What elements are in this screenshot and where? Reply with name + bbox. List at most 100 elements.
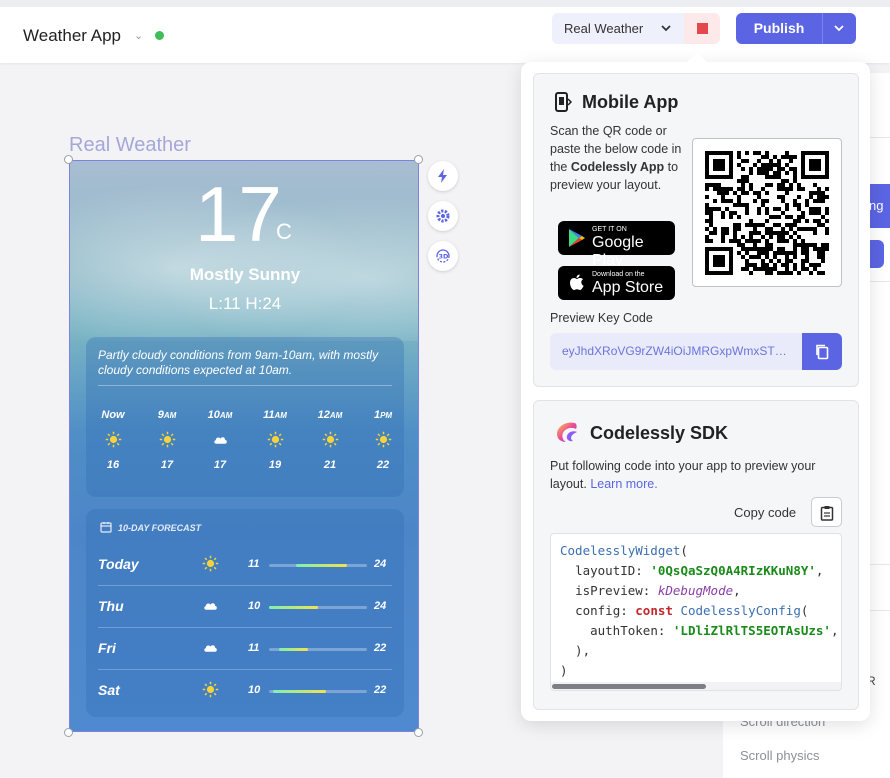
divider bbox=[98, 669, 392, 670]
hour-column: 1PM 22 bbox=[361, 409, 405, 471]
hour-temp: 19 bbox=[268, 459, 282, 471]
day-name: Sat bbox=[98, 682, 120, 698]
sun-icon bbox=[375, 431, 391, 448]
lightning-icon bbox=[438, 169, 447, 183]
mobile-phone-icon bbox=[555, 92, 573, 112]
day-icon bbox=[202, 555, 219, 577]
code-line: layoutID: '0QsQaSzQ0A4RIzKKuN8Y', bbox=[575, 563, 824, 578]
code-line: authToken: 'LDliZlRlTS5EOTAsUzs', bbox=[590, 623, 839, 638]
hour-temp: 17 bbox=[160, 459, 174, 471]
current-temperature: 17 bbox=[195, 170, 282, 258]
sun-icon bbox=[322, 431, 338, 448]
temperature-unit: C bbox=[276, 219, 292, 244]
horizontal-scrollbar[interactable] bbox=[551, 682, 841, 690]
publish-options-button[interactable] bbox=[822, 13, 856, 44]
copy-preview-key-button[interactable] bbox=[802, 333, 842, 370]
copy-code-label: Copy code bbox=[734, 505, 797, 520]
code-line: isPreview: kDebugMode, bbox=[575, 583, 741, 598]
divider bbox=[870, 564, 890, 565]
actions-button[interactable] bbox=[428, 161, 458, 191]
divider bbox=[870, 281, 890, 282]
3d-rotate-icon: 3D bbox=[436, 249, 450, 263]
day-row: Fri 11 22 bbox=[98, 627, 392, 669]
hour-time: 11AM bbox=[263, 409, 287, 421]
status-indicator bbox=[155, 31, 164, 40]
day-name: Today bbox=[98, 556, 139, 572]
temp-range-track bbox=[269, 564, 367, 567]
gear-icon bbox=[436, 209, 450, 223]
sun-icon bbox=[202, 555, 219, 572]
day-low: 10 bbox=[248, 600, 261, 612]
weather-frame[interactable]: 17 C Mostly Sunny L:11 H:24 Partly cloud… bbox=[69, 160, 419, 732]
sdk-description: Put following code into your app to prev… bbox=[550, 459, 816, 491]
hour-time: Now bbox=[101, 409, 125, 421]
google-play-icon bbox=[569, 229, 585, 247]
daily-forecast-card: 10-DAY FORECAST Today 11 24 Thu 10 24 Fri 11 22 S… bbox=[86, 509, 404, 717]
forecast-title: 10-DAY FORECAST bbox=[118, 523, 202, 533]
day-name: Fri bbox=[98, 640, 116, 656]
sun-icon bbox=[105, 431, 121, 448]
preview-key-value: eyJhdXRoVG9rZW4iOiJMRGxpWmxSTVM1RU9UQXNV… bbox=[562, 344, 792, 358]
resize-handle[interactable] bbox=[64, 728, 73, 737]
chevron-down-icon[interactable]: ⌄ bbox=[134, 29, 143, 42]
3d-view-button[interactable]: 3D bbox=[428, 241, 458, 271]
preview-key-label: Preview Key Code bbox=[550, 311, 653, 325]
hour-icon bbox=[361, 425, 405, 455]
sun-icon bbox=[267, 431, 283, 448]
hour-time: 12AM bbox=[317, 409, 343, 421]
hour-icon bbox=[308, 425, 352, 455]
sdk-title: Codelessly SDK bbox=[590, 423, 729, 443]
resize-handle[interactable] bbox=[414, 728, 423, 737]
hour-column: 9AM 17 bbox=[145, 409, 189, 471]
code-line: ), bbox=[560, 643, 591, 658]
stop-preview-button[interactable] bbox=[684, 13, 720, 44]
code-line: config: const CodelesslyConfig( bbox=[575, 603, 809, 618]
day-low: 11 bbox=[248, 558, 260, 570]
preview-key-field[interactable]: eyJhdXRoVG9rZW4iOiJMRGxpWmxSTVM1RU9UQXNV… bbox=[550, 333, 802, 370]
hour-time: 1PM bbox=[373, 409, 393, 421]
day-row: Today 11 24 bbox=[98, 543, 392, 585]
day-high: 24 bbox=[374, 600, 387, 612]
temp-range-track bbox=[269, 690, 367, 693]
hour-time: 9AM bbox=[157, 409, 177, 421]
layout-select[interactable]: Real Weather bbox=[552, 13, 684, 44]
publish-button[interactable]: Publish bbox=[736, 13, 822, 44]
app-store-badge[interactable]: Download on the App Store bbox=[558, 266, 675, 300]
frame-label[interactable]: Real Weather bbox=[69, 134, 191, 157]
hour-column: 12AM 21 bbox=[308, 409, 352, 471]
hourly-summary: Partly cloudy conditions from 9am-10am, … bbox=[98, 348, 379, 377]
google-play-badge[interactable]: GET IT ON Google Play bbox=[558, 221, 675, 269]
learn-more-link[interactable]: Learn more. bbox=[590, 477, 657, 491]
cloud-icon bbox=[204, 645, 217, 652]
settings-button[interactable] bbox=[428, 201, 458, 231]
day-icon bbox=[202, 597, 219, 619]
temp-range-bar bbox=[296, 564, 347, 567]
code-line: CodelesslyWidget( bbox=[560, 543, 688, 558]
calendar-icon bbox=[100, 522, 112, 533]
condition-text: Mostly Sunny bbox=[189, 265, 301, 284]
divider bbox=[870, 137, 890, 138]
day-icon bbox=[202, 681, 219, 703]
panel-tab-label: ng bbox=[869, 198, 884, 213]
chevron-down-icon bbox=[661, 25, 671, 32]
day-high: 22 bbox=[374, 642, 387, 654]
copy-code-button[interactable] bbox=[811, 497, 842, 527]
google-play-big: Google Play bbox=[592, 234, 644, 269]
resize-handle[interactable] bbox=[414, 155, 423, 164]
qr-code-image bbox=[705, 151, 829, 275]
code-snippet[interactable]: CodelesslyWidget( layoutID: '0QsQaSzQ0A4… bbox=[550, 533, 842, 691]
apple-icon bbox=[570, 274, 584, 290]
resize-handle[interactable] bbox=[64, 155, 73, 164]
hour-icon bbox=[198, 425, 242, 455]
hour-icon bbox=[253, 425, 297, 455]
hour-temp: 21 bbox=[323, 459, 337, 471]
copy-icon bbox=[816, 344, 829, 360]
app-store-big: App Store bbox=[592, 279, 664, 296]
day-low: 11 bbox=[248, 642, 260, 654]
app-name[interactable]: Weather App bbox=[23, 26, 121, 46]
divider bbox=[870, 610, 890, 611]
scrollbar-thumb[interactable] bbox=[552, 684, 706, 689]
codelessly-logo-icon bbox=[557, 422, 577, 442]
hour-time: 10AM bbox=[207, 409, 233, 421]
layout-select-label: Real Weather bbox=[564, 21, 644, 36]
